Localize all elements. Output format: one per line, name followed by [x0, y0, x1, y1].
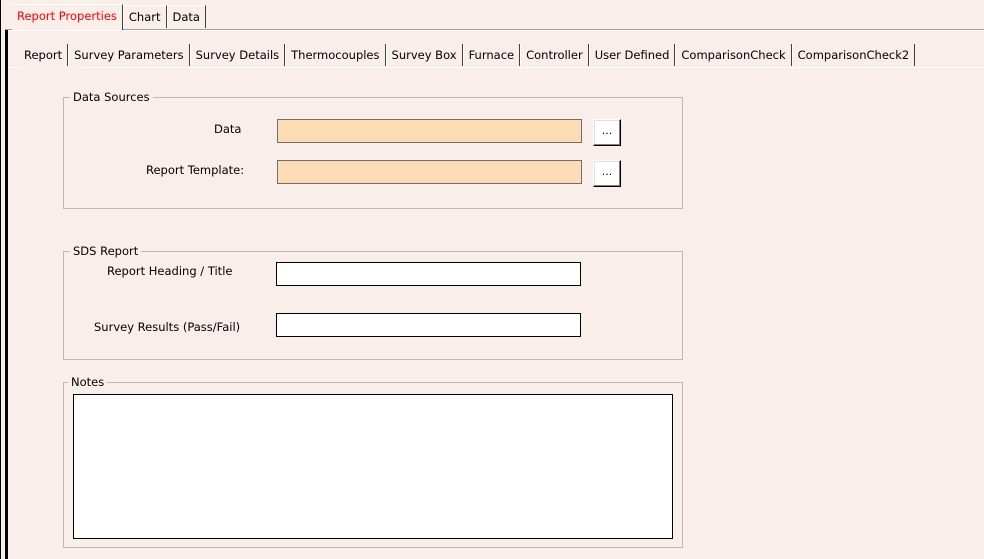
tab-report-properties[interactable]: Report Properties [12, 4, 123, 30]
sub-tab-divider [81, 67, 984, 68]
tab-survey-details[interactable]: Survey Details [189, 44, 286, 66]
sub-tab-divider-left [8, 67, 20, 68]
report-template-browse-button[interactable]: ... [593, 160, 621, 187]
data-source-field[interactable] [277, 119, 582, 143]
notes-legend: Notes [68, 375, 108, 389]
tab-chart[interactable]: Chart [122, 5, 167, 28]
report-heading-label: Report Heading / Title [107, 264, 233, 278]
tab-survey-box[interactable]: Survey Box [385, 44, 463, 66]
sds-report-legend: SDS Report [70, 244, 142, 258]
tab-data[interactable]: Data [166, 5, 206, 28]
report-heading-field[interactable] [276, 262, 581, 286]
tab-comparison-check[interactable]: ComparisonCheck [675, 44, 792, 66]
data-browse-button[interactable]: ... [593, 119, 621, 146]
sub-tab-strip: Report Survey Parameters Survey Details … [20, 44, 916, 68]
notes-textarea[interactable] [73, 394, 673, 539]
tab-user-defined[interactable]: User Defined [588, 44, 676, 66]
survey-results-field[interactable] [276, 313, 581, 337]
report-template-label: Report Template: [146, 163, 245, 177]
survey-results-label: Survey Results (Pass/Fail) [94, 320, 241, 334]
report-properties-window: Report Properties Chart Data Report Surv… [0, 0, 984, 559]
top-tab-divider [8, 30, 984, 31]
data-label: Data [214, 122, 242, 136]
top-tab-strip: Report Properties Chart Data [12, 4, 206, 30]
data-sources-group: Data Sources [63, 90, 683, 209]
tab-thermocouples[interactable]: Thermocouples [285, 44, 386, 66]
report-template-field[interactable] [277, 160, 582, 184]
tab-comparison-check2[interactable]: ComparisonCheck2 [791, 44, 916, 66]
tab-controller[interactable]: Controller [520, 44, 589, 66]
data-sources-legend: Data Sources [70, 90, 153, 104]
tab-report[interactable]: Report [20, 44, 69, 66]
tab-furnace[interactable]: Furnace [462, 44, 521, 66]
panel-left-border [5, 30, 8, 559]
window-left-border [0, 0, 1, 559]
tab-survey-parameters[interactable]: Survey Parameters [68, 44, 190, 66]
